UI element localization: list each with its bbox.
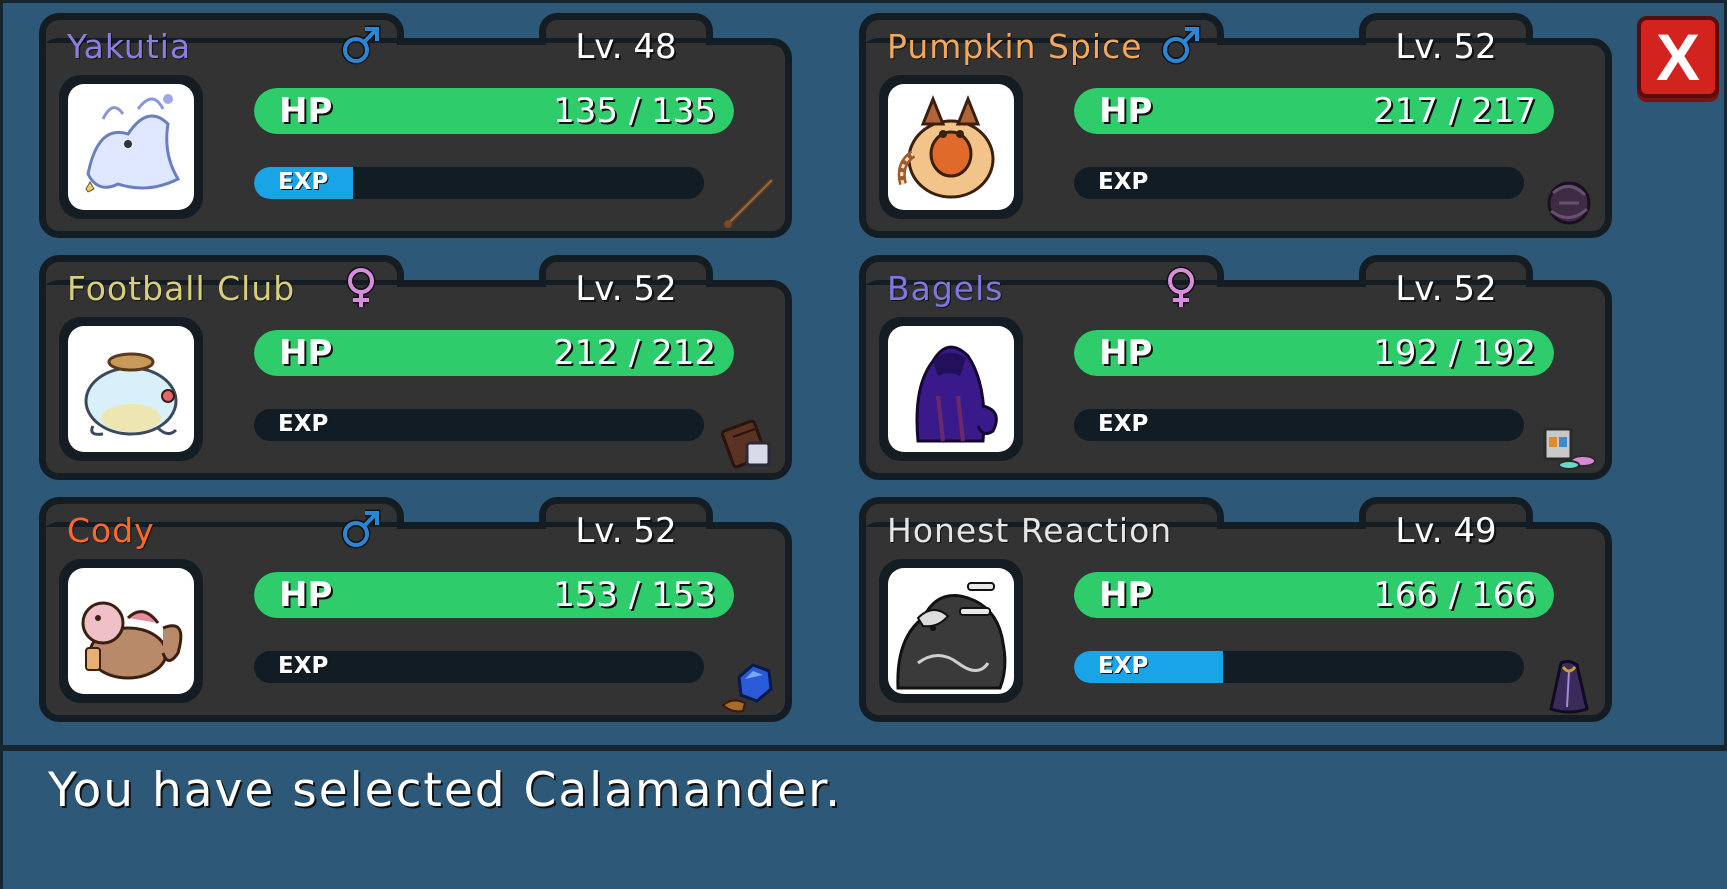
hp-label: HP: [1099, 333, 1153, 373]
exp-label: EXP: [278, 411, 329, 437]
message-text: You have selected Calamander.: [48, 763, 843, 818]
exp-bar: EXP: [254, 651, 704, 683]
creature-name: Honest Reaction: [887, 511, 1173, 550]
purple-cloak-icon: [915, 345, 998, 443]
party-screen: Yakutia Lv. 48 HP 135 / 135 EXP Pumpkin …: [0, 0, 1727, 889]
hp-label: HP: [279, 575, 333, 615]
bone-beast-icon: [896, 582, 1007, 690]
flower-cat-icon: [81, 601, 183, 680]
exp-bar: EXP: [1074, 651, 1524, 683]
creature-portrait: [59, 559, 203, 703]
hp-value: 166 / 166: [1373, 575, 1536, 615]
hp-label: HP: [279, 333, 333, 373]
male-icon: [339, 23, 383, 67]
hp-value: 212 / 212: [553, 333, 716, 373]
hp-bar: HP 153 / 153: [254, 572, 734, 618]
party-slot-2[interactable]: Pumpkin Spice Lv. 52 HP 217 / 217 EXP: [859, 13, 1612, 238]
exp-label: EXP: [278, 169, 329, 195]
creature-level: Lv. 52: [1395, 27, 1497, 67]
male-icon: [1159, 23, 1203, 67]
exp-label: EXP: [1098, 411, 1149, 437]
exp-bar: EXP: [254, 409, 704, 441]
creature-name: Yakutia: [67, 27, 192, 66]
hp-value: 153 / 153: [553, 575, 716, 615]
blue-gem-icon: [721, 663, 773, 713]
female-icon: [339, 265, 383, 309]
party-slot-5[interactable]: Cody Lv. 52 HP 153 / 153 EXP: [39, 497, 792, 722]
exp-bar: EXP: [1074, 167, 1524, 199]
dark-cloak-icon: [1549, 659, 1589, 714]
party-slot-4[interactable]: Bagels Lv. 52 HP 192 / 192 EXP: [859, 255, 1612, 480]
creature-portrait: [59, 317, 203, 461]
creature-name: Pumpkin Spice: [887, 27, 1143, 66]
exp-label: EXP: [1098, 653, 1149, 679]
creature-portrait: [59, 75, 203, 219]
message-box: You have selected Calamander.: [3, 745, 1727, 889]
hp-value: 217 / 217: [1373, 91, 1536, 131]
creature-name: Football Club: [67, 269, 296, 308]
party-slot-1[interactable]: Yakutia Lv. 48 HP 135 / 135 EXP: [39, 13, 792, 238]
hp-label: HP: [279, 91, 333, 131]
creature-portrait: [879, 75, 1023, 219]
creature-name: Cody: [67, 511, 155, 550]
hp-label: HP: [1099, 91, 1153, 131]
exp-bar: EXP: [254, 167, 704, 199]
creature-level: Lv. 48: [575, 27, 677, 67]
hp-bar: HP 135 / 135: [254, 88, 734, 134]
wand-icon: [724, 178, 774, 228]
hp-value: 135 / 135: [553, 91, 716, 131]
hp-bar: HP 192 / 192: [1074, 330, 1554, 376]
male-icon: [339, 507, 383, 551]
close-button[interactable]: X: [1637, 16, 1719, 98]
creature-level: Lv. 52: [575, 511, 677, 551]
creature-level: Lv. 49: [1395, 511, 1497, 551]
creature-level: Lv. 52: [575, 269, 677, 309]
gender-slot: [1159, 507, 1203, 551]
chocolate-bar-icon: [720, 419, 771, 469]
ghost-dragon-icon: [85, 94, 181, 193]
hp-bar: HP 217 / 217: [1074, 88, 1554, 134]
party-slot-6[interactable]: Honest Reaction Lv. 49 HP 166 / 166 EXP: [859, 497, 1612, 722]
party-slot-3[interactable]: Football Club Lv. 52 HP 212 / 212 EXP: [39, 255, 792, 480]
female-icon: [1159, 265, 1203, 309]
hp-value: 192 / 192: [1373, 333, 1536, 373]
hp-bar: HP 166 / 166: [1074, 572, 1554, 618]
exp-label: EXP: [1098, 169, 1149, 195]
creature-name: Bagels: [887, 269, 1004, 308]
jar-frog-icon: [84, 352, 178, 436]
exp-label: EXP: [278, 653, 329, 679]
exp-bar: EXP: [1074, 409, 1524, 441]
creature-level: Lv. 52: [1395, 269, 1497, 309]
paint-kit-icon: [1543, 427, 1596, 470]
creature-portrait: [879, 317, 1023, 461]
shadow-orb-icon: [1547, 181, 1591, 225]
pumpkin-raccoon-icon: [897, 94, 995, 199]
hp-bar: HP 212 / 212: [254, 330, 734, 376]
hp-label: HP: [1099, 575, 1153, 615]
creature-portrait: [879, 559, 1023, 703]
